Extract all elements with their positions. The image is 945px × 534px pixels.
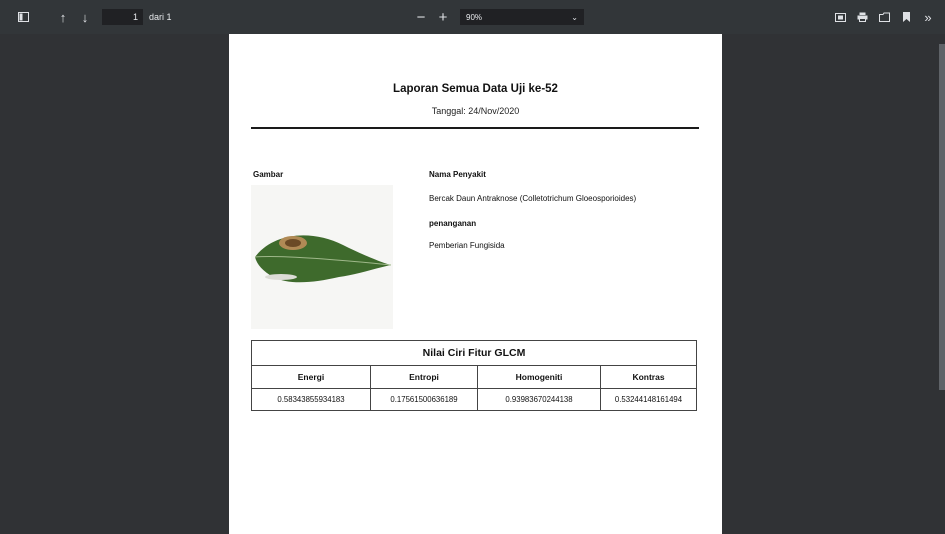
handling-value: Pemberian Fungisida bbox=[429, 241, 505, 250]
value-energi: 0.58343855934183 bbox=[251, 388, 371, 411]
pdf-viewer[interactable]: Laporan Semua Data Uji ke-52 Tanggal: 24… bbox=[0, 34, 945, 534]
header-homogeniti: Homogeniti bbox=[477, 365, 601, 389]
value-entropi: 0.17561500636189 bbox=[370, 388, 478, 411]
previous-page-icon[interactable]: ↑ bbox=[52, 6, 74, 28]
toolbar-center: − + 90% ⌄ bbox=[410, 0, 584, 34]
handling-label: penanganan bbox=[429, 219, 477, 228]
chevron-down-icon: ⌄ bbox=[571, 12, 578, 22]
disease-value: Bercak Daun Antraknose (Colletotrichum G… bbox=[429, 194, 637, 203]
scrollbar-thumb[interactable] bbox=[939, 44, 945, 390]
header-entropi: Entropi bbox=[370, 365, 478, 389]
header-energi: Energi bbox=[251, 365, 371, 389]
zoom-select[interactable]: 90% ⌄ bbox=[460, 9, 584, 25]
leaf-image bbox=[251, 185, 393, 329]
glcm-table-caption: Nilai Ciri Fitur GLCM bbox=[251, 340, 697, 366]
bookmark-icon[interactable] bbox=[895, 6, 917, 28]
page-total: dari 1 bbox=[149, 12, 172, 22]
report-title: Laporan Semua Data Uji ke-52 bbox=[393, 83, 558, 95]
next-page-icon[interactable]: ↓ bbox=[74, 6, 96, 28]
more-tools-icon[interactable]: » bbox=[917, 6, 939, 28]
sidebar-toggle-icon[interactable] bbox=[12, 6, 34, 28]
toolbar-right: » bbox=[829, 0, 939, 34]
value-homogeniti: 0.93983670244138 bbox=[477, 388, 601, 411]
header-kontras: Kontras bbox=[600, 365, 697, 389]
zoom-out-icon[interactable]: − bbox=[410, 6, 432, 28]
fit-page-icon[interactable] bbox=[829, 6, 851, 28]
report-date: Tanggal: 24/Nov/2020 bbox=[431, 106, 520, 116]
zoom-value: 90% bbox=[466, 12, 483, 22]
zoom-in-icon[interactable]: + bbox=[432, 6, 454, 28]
title-divider bbox=[251, 127, 699, 129]
disease-label: Nama Penyakit bbox=[429, 170, 486, 179]
download-icon[interactable] bbox=[873, 6, 895, 28]
image-label: Gambar bbox=[253, 170, 284, 179]
pdf-page: Laporan Semua Data Uji ke-52 Tanggal: 24… bbox=[229, 34, 722, 534]
toolbar-left: ↑ ↓ dari 1 bbox=[12, 0, 172, 34]
value-kontras: 0.53244148161494 bbox=[600, 388, 697, 411]
glcm-table: Nilai Ciri Fitur GLCM Energi Entropi Hom… bbox=[251, 340, 697, 411]
print-icon[interactable] bbox=[851, 6, 873, 28]
pdf-toolbar: ↑ ↓ dari 1 − + 90% ⌄ » bbox=[0, 0, 945, 34]
page-number-input[interactable] bbox=[102, 9, 143, 25]
table-row: 0.58343855934183 0.17561500636189 0.9398… bbox=[251, 388, 697, 411]
